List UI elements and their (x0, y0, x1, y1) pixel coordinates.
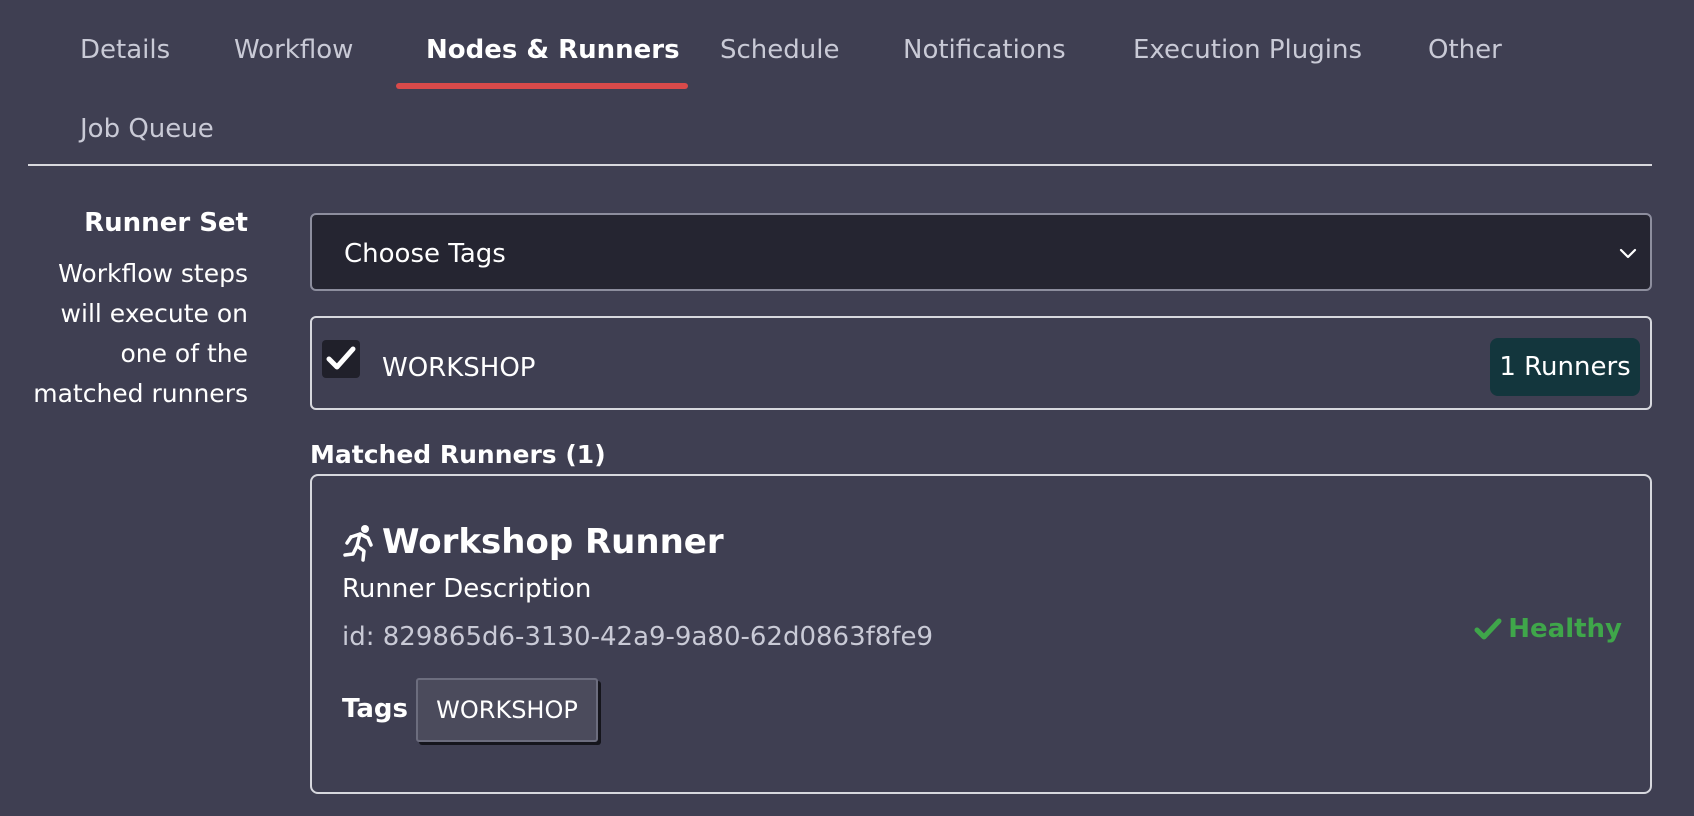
active-tab-indicator (396, 83, 688, 89)
running-person-icon (343, 525, 373, 562)
status-text: Healthy (1508, 614, 1622, 644)
runner-set-description: Workflow steps will execute on one of th… (33, 259, 248, 408)
runner-count-badge: 1 Runners (1490, 338, 1640, 396)
runner-description: Runner Description (342, 574, 592, 604)
tab-nodes-runners[interactable]: Nodes & Runners (426, 37, 680, 63)
tab-execution-plugins[interactable]: Execution Plugins (1133, 37, 1362, 63)
status-badge: Healthy (1474, 614, 1622, 644)
choose-tags-select[interactable]: Choose Tags (310, 213, 1652, 291)
check-icon (1474, 618, 1502, 640)
select-value: Choose Tags (344, 239, 506, 269)
runner-card: Workshop Runner Runner Description id: 8… (310, 474, 1652, 794)
checkmark-icon (326, 346, 356, 370)
tab-workflow[interactable]: Workflow (234, 37, 353, 63)
page: Details Workflow Nodes & Runners Schedul… (0, 0, 1694, 816)
tab-schedule[interactable]: Schedule (720, 37, 839, 63)
chevron-down-icon (1619, 248, 1637, 259)
tag-checkbox[interactable] (322, 340, 360, 378)
matched-runners-title: Matched Runners (1) (310, 440, 606, 469)
tab-notifications[interactable]: Notifications (903, 37, 1066, 63)
tag-option-label: WORKSHOP (382, 353, 536, 383)
tag-option-row: WORKSHOP 1 Runners (310, 316, 1652, 410)
runner-tag-chip: WORKSHOP (416, 678, 598, 742)
tab-details[interactable]: Details (80, 37, 170, 63)
tab-other[interactable]: Other (1428, 37, 1502, 63)
tab-job-queue[interactable]: Job Queue (80, 116, 214, 142)
runner-id: id: 829865d6-3130-42a9-9a80-62d0863f8fe9 (342, 622, 934, 652)
runner-set-title: Runner Set (84, 208, 248, 238)
tags-label: Tags (342, 694, 409, 724)
runner-name: Workshop Runner (382, 522, 724, 562)
tab-bar: Details Workflow Nodes & Runners Schedul… (28, 0, 1652, 166)
